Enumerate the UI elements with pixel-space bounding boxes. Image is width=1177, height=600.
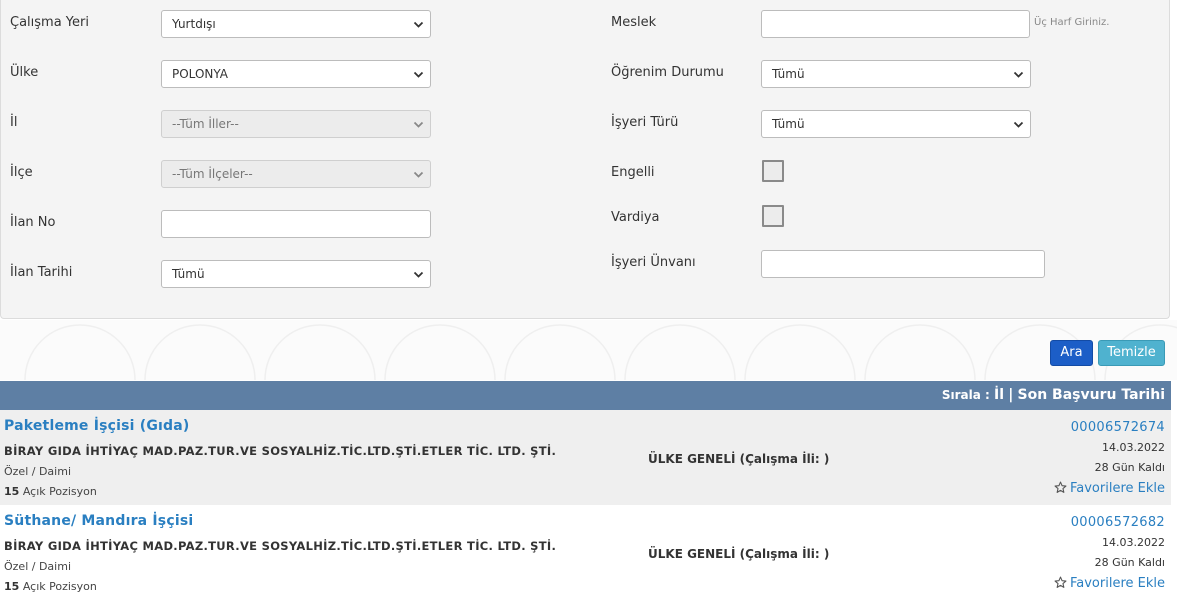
job-list-item: Süthane/ Mandıra İşçisi BİRAY GIDA İHTİY… xyxy=(0,505,1171,600)
sort-separator: | xyxy=(1008,387,1014,403)
job-days-left: 28 Gün Kaldı xyxy=(1094,556,1165,569)
calisma-yeri-label: Çalışma Yeri xyxy=(10,15,89,30)
ilan-no-label: İlan No xyxy=(10,215,56,230)
ulke-select[interactable]: POLONYA xyxy=(161,60,431,88)
job-positions-count: 15 xyxy=(4,485,20,498)
chevron-down-icon xyxy=(413,119,424,130)
job-title-link[interactable]: Süthane/ Mandıra İşçisi xyxy=(4,513,193,529)
meslek-label: Meslek xyxy=(611,15,657,30)
add-favorite-label: Favorilere Ekle xyxy=(1069,576,1165,591)
il-label: İl xyxy=(10,115,18,130)
meslek-input[interactable] xyxy=(761,10,1030,38)
job-positions-label: Açık Pozisyon xyxy=(22,485,97,498)
isyeri-unvani-label: İşyeri Ünvanı xyxy=(611,255,696,270)
ilan-no-input[interactable] xyxy=(161,210,431,238)
ilce-value: --Tüm İlçeler-- xyxy=(172,167,253,181)
job-list-item: Paketleme İşçisi (Gıda) BİRAY GIDA İHTİY… xyxy=(0,410,1171,505)
ilan-tarihi-value: Tümü xyxy=(172,267,205,281)
clear-button[interactable]: Temizle xyxy=(1098,340,1165,366)
meslek-hint: Üç Harf Giriniz. xyxy=(1034,17,1110,28)
calisma-yeri-select[interactable]: Yurtdışı xyxy=(161,10,431,38)
job-open-positions: 15 Açık Pozisyon xyxy=(4,485,97,498)
job-date: 14.03.2022 xyxy=(1102,441,1165,454)
isyeri-turu-label: İşyeri Türü xyxy=(611,115,679,130)
chevron-down-icon xyxy=(413,169,424,180)
isyeri-turu-value: Tümü xyxy=(772,117,805,131)
vardiya-label: Vardiya xyxy=(611,210,660,225)
calisma-yeri-value: Yurtdışı xyxy=(172,17,216,31)
job-company: BİRAY GIDA İHTİYAÇ MAD.PAZ.TUR.VE SOSYAL… xyxy=(4,539,557,553)
ilan-tarihi-label: İlan Tarihi xyxy=(10,265,73,280)
sort-prefix: Sırala : xyxy=(941,388,990,402)
search-filter-panel: Çalışma Yeri Yurtdışı Ülke POLONYA İl --… xyxy=(0,0,1170,319)
ulke-label: Ülke xyxy=(10,65,39,80)
ilan-tarihi-select[interactable]: Tümü xyxy=(161,260,431,288)
job-positions-label: Açık Pozisyon xyxy=(22,580,97,593)
chevron-down-icon xyxy=(413,19,424,30)
background-pattern xyxy=(0,320,1177,436)
chevron-down-icon xyxy=(1013,69,1024,80)
ilce-select[interactable]: --Tüm İlçeler-- xyxy=(161,160,431,188)
sort-by-deadline-link[interactable]: Son Başvuru Tarihi xyxy=(1018,387,1166,403)
chevron-down-icon xyxy=(413,269,424,280)
job-listing-number-link[interactable]: 00006572674 xyxy=(1071,420,1165,435)
engelli-checkbox[interactable] xyxy=(762,160,784,182)
chevron-down-icon xyxy=(413,69,424,80)
job-date: 14.03.2022 xyxy=(1102,536,1165,549)
job-type: Özel / Daimi xyxy=(4,560,71,573)
star-icon xyxy=(1054,576,1067,593)
star-icon xyxy=(1054,481,1067,498)
job-company: BİRAY GIDA İHTİYAÇ MAD.PAZ.TUR.VE SOSYAL… xyxy=(4,444,557,458)
add-favorite-button[interactable]: Favorilere Ekle xyxy=(1054,576,1165,593)
job-open-positions: 15 Açık Pozisyon xyxy=(4,580,97,593)
job-listing-number-link[interactable]: 00006572682 xyxy=(1071,515,1165,530)
job-days-left: 28 Gün Kaldı xyxy=(1094,461,1165,474)
job-location: ÜLKE GENELİ (Çalışma İli: ) xyxy=(648,547,830,561)
add-favorite-button[interactable]: Favorilere Ekle xyxy=(1054,481,1165,498)
ogrenim-durumu-label: Öğrenim Durumu xyxy=(611,65,724,80)
ilce-label: İlçe xyxy=(10,165,33,180)
sort-bar: Sırala : İl | Son Başvuru Tarihi xyxy=(0,381,1171,410)
ogrenim-durumu-select[interactable]: Tümü xyxy=(761,60,1031,88)
il-value: --Tüm İller-- xyxy=(172,117,239,131)
ulke-value: POLONYA xyxy=(172,67,228,81)
vardiya-checkbox[interactable] xyxy=(762,205,784,227)
chevron-down-icon xyxy=(1013,119,1024,130)
il-select[interactable]: --Tüm İller-- xyxy=(161,110,431,138)
isyeri-unvani-input[interactable] xyxy=(761,250,1045,278)
engelli-label: Engelli xyxy=(611,165,655,180)
job-location: ÜLKE GENELİ (Çalışma İli: ) xyxy=(648,452,830,466)
add-favorite-label: Favorilere Ekle xyxy=(1069,481,1165,496)
job-positions-count: 15 xyxy=(4,580,20,593)
search-button[interactable]: Ara xyxy=(1050,340,1093,366)
sort-by-il-link[interactable]: İl xyxy=(994,387,1004,403)
job-title-link[interactable]: Paketleme İşçisi (Gıda) xyxy=(4,418,190,434)
isyeri-turu-select[interactable]: Tümü xyxy=(761,110,1031,138)
ogrenim-durumu-value: Tümü xyxy=(772,67,805,81)
job-type: Özel / Daimi xyxy=(4,465,71,478)
